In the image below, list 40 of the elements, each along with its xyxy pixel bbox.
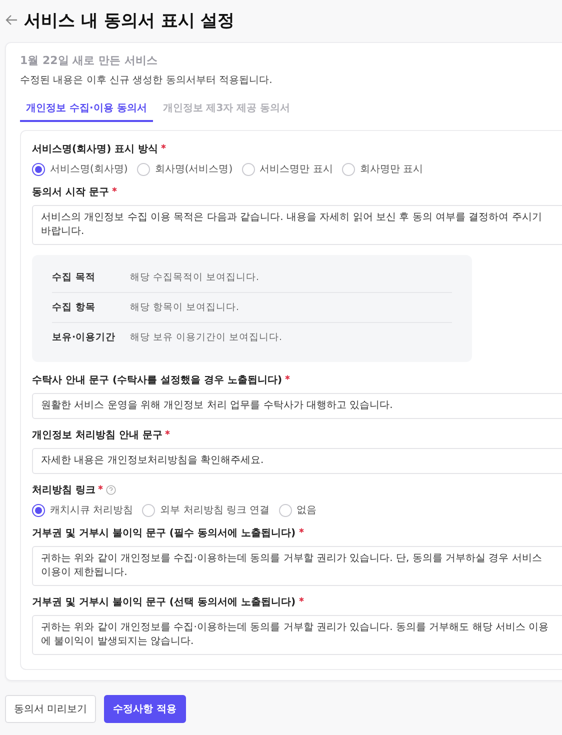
text-field[interactable]: 자세한 내용은 개인정보처리방침을 확인해주세요. [32,448,562,474]
field-label: 처리방침 링크 [32,484,96,497]
summary-value: 해당 수집목적이 보여집니다. [130,271,260,284]
radio-button[interactable] [136,162,150,176]
notice-text: 수정된 내용은 이후 신규 생성한 동의서부터 적용됩니다. [20,74,274,87]
text-field[interactable]: 귀하는 위와 같이 개인정보를 수집·이용하는데 동의를 거부할 권리가 있습니다. 동의를 거부해도 해당 서비스 이용에 불이익이 발생되지는 않습니다. [32,615,562,655]
radio-option[interactable]: 없음 [278,503,317,517]
back-arrow-icon[interactable] [5,14,18,26]
radio-option[interactable]: 서비스명만 표시 [242,162,333,176]
summary-label: 수집 항목 [52,301,96,314]
radio-option[interactable]: 회사명만 표시 [342,162,423,176]
apply-button[interactable]: 수정사항 적용 [104,695,186,723]
page-title: 서비스 내 동의서 표시 설정 [24,10,235,32]
help-icon[interactable] [106,485,116,495]
preview-button[interactable]: 동의서 미리보기 [5,695,96,723]
field-label: 서비스명(회사명) 표시 방식 [32,143,158,156]
field-label: 거부권 및 거부시 불이익 문구 (필수 동의서에 노출됩니다) [32,527,296,540]
field-label: 거부권 및 거부시 불이익 문구 (선택 동의서에 노출됩니다) [32,596,296,609]
field-label: 동의서 시작 문구 [32,186,109,199]
summary-label: 수집 목적 [52,271,96,284]
radio-button[interactable] [242,162,255,176]
radio-button[interactable] [142,504,156,516]
field-label: 수탁사 안내 문구 (수탁사를 설정했을 경우 노출됩니다) [32,374,282,387]
service-name: 1월 22일 새로 만든 서비스 [20,53,158,68]
radio-option[interactable]: 서비스명(회사명) [32,162,128,176]
tab[interactable]: 개인정보 수집·이용 동의서 [20,97,153,122]
summary-value: 해당 보유 이용기간이 보여집니다. [130,331,284,344]
summary-value: 해당 항목이 보여집니다. [130,301,240,314]
field-label: 개인정보 처리방침 안내 문구 [32,429,162,442]
radio-option[interactable]: 외부 처리방침 링크 연결 [142,503,270,517]
radio-option[interactable]: 회사명(서비스명) [136,162,233,176]
radio-button[interactable] [278,504,292,516]
text-field[interactable]: 귀하는 위와 같이 개인정보를 수집·이용하는데 동의를 거부할 권리가 있습니다. 단, 동의를 거부하실 경우 서비스 이용이 제한됩니다. [32,546,562,586]
radio-button[interactable] [342,162,355,176]
radio-button[interactable] [32,504,45,516]
radio-option[interactable]: 캐치시큐 처리방침 [32,503,134,517]
radio-button[interactable] [32,162,45,176]
text-field[interactable]: 서비스의 개인정보 수집 이용 목적은 다음과 같습니다. 내용을 자세히 읽어 보신 후 동의 여부를 결정하여 주시기 바랍니다. [32,205,562,245]
summary-label: 보유·이용기간 [52,331,117,344]
text-field[interactable]: 원활한 서비스 운영을 위해 개인정보 처리 업무를 수탁사가 대행하고 있습니다. [32,393,562,419]
